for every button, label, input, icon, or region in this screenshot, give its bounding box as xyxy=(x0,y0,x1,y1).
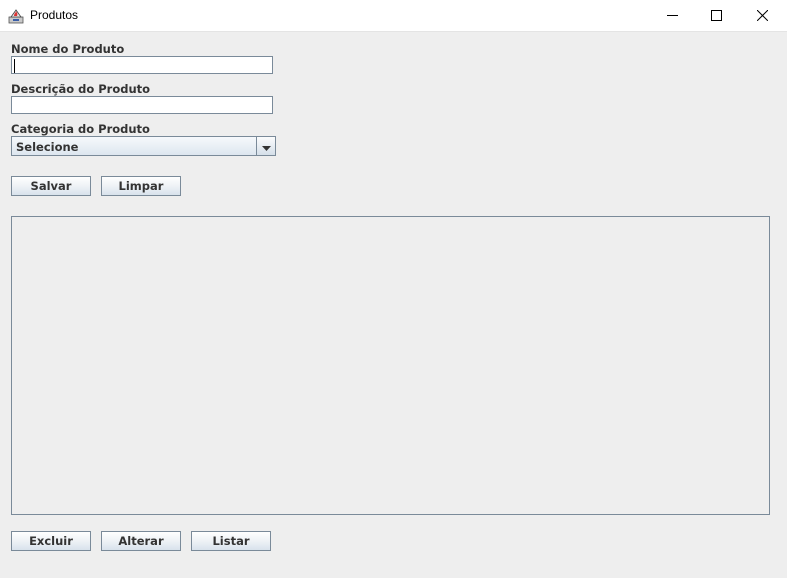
limpar-button[interactable]: Limpar xyxy=(101,176,181,196)
nome-produto-field[interactable] xyxy=(11,56,273,74)
maximize-button[interactable] xyxy=(693,0,739,31)
text-caret xyxy=(14,59,15,73)
produtos-table-scroll-pane[interactable] xyxy=(11,216,770,515)
categoria-selected-value: Selecione xyxy=(16,140,79,154)
descricao-produto-field[interactable] xyxy=(11,96,273,114)
combobox-dropdown-button[interactable] xyxy=(256,137,275,155)
excluir-button[interactable]: Excluir xyxy=(11,531,91,551)
nome-produto-label: Nome do Produto xyxy=(11,42,125,56)
categoria-produto-label: Categoria do Produto xyxy=(11,122,150,136)
alterar-button[interactable]: Alterar xyxy=(101,531,181,551)
close-icon xyxy=(756,10,768,21)
descricao-produto-label: Descrição do Produto xyxy=(11,82,151,96)
maximize-icon xyxy=(710,10,722,21)
close-button[interactable] xyxy=(739,0,785,31)
chevron-down-icon xyxy=(261,137,271,156)
java-app-icon xyxy=(8,8,24,24)
minimize-button[interactable] xyxy=(649,0,695,31)
salvar-button[interactable]: Salvar xyxy=(11,176,91,196)
categoria-produto-combobox[interactable]: Selecione xyxy=(11,136,276,156)
window-title: Produtos xyxy=(30,8,79,22)
listar-button[interactable]: Listar xyxy=(191,531,271,551)
minimize-icon xyxy=(666,10,678,21)
title-bar[interactable]: Produtos xyxy=(0,0,787,32)
